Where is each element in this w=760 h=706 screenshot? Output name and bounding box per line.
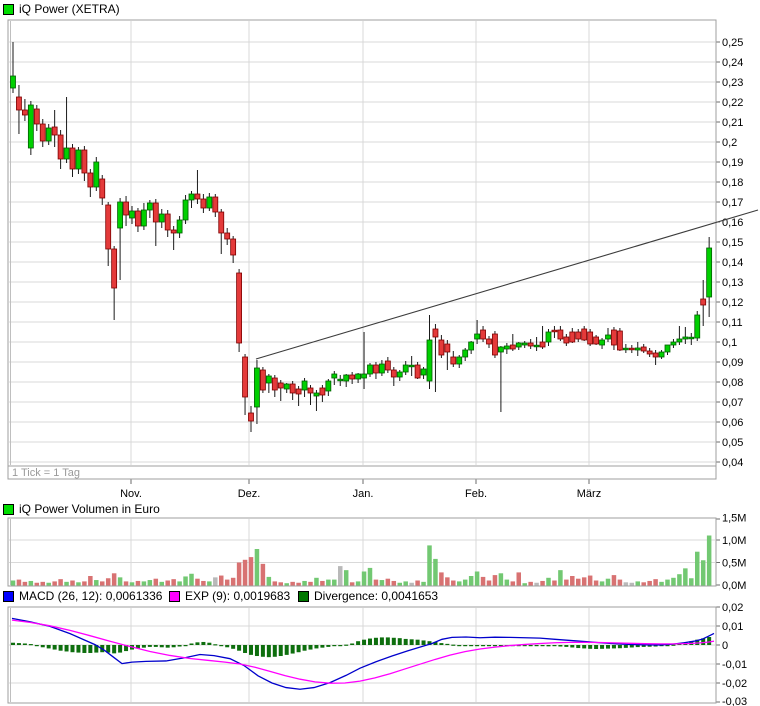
macd-axis-label: -0,02 bbox=[722, 678, 747, 690]
price-axis-label: 0,16 bbox=[722, 217, 743, 229]
chart-widget: iQ Power (XETRA) iQ Power Volumen in Eur… bbox=[0, 0, 760, 706]
price-axis-label: 0,05 bbox=[722, 437, 743, 449]
month-label: Feb. bbox=[465, 488, 487, 500]
month-label: Nov. bbox=[120, 488, 142, 500]
price-axis-label: 0,06 bbox=[722, 417, 743, 429]
price-axis-label: 0,21 bbox=[722, 117, 743, 129]
price-axis-label: 0,23 bbox=[722, 77, 743, 89]
price-axis-label: 0,18 bbox=[722, 177, 743, 189]
month-label: Jan. bbox=[353, 488, 374, 500]
volume-axis-label: 0,0M bbox=[722, 580, 746, 592]
volume-plot-area[interactable] bbox=[8, 518, 716, 586]
price-axis-label: 0,1 bbox=[722, 337, 737, 349]
macd-axis-label: -0,03 bbox=[722, 696, 747, 706]
tick-note-strip bbox=[8, 466, 716, 479]
price-axis-label: 0,04 bbox=[722, 457, 743, 469]
price-axis-label: 0,2 bbox=[722, 137, 737, 149]
price-axis-label: 0,22 bbox=[722, 97, 743, 109]
price-axis-label: 0,11 bbox=[722, 317, 743, 329]
macd-axis-label: -0,01 bbox=[722, 659, 747, 671]
macd-axis-label: 0,01 bbox=[722, 621, 743, 633]
volume-axis-label: 0,5M bbox=[722, 558, 746, 570]
macd-axis-label: 0,02 bbox=[722, 602, 743, 614]
volume-axis-label: 1,0M bbox=[722, 535, 746, 547]
chart-canvas: 0,25 0,24 0,23 0,22 0,21 0,2 0,19 0,18 0,17 0,16 0… bbox=[0, 0, 760, 706]
volume-axis-label: 1,5M bbox=[722, 513, 746, 525]
price-axis-label: 0,12 bbox=[722, 297, 743, 309]
price-axis-label: 0,24 bbox=[722, 57, 743, 69]
price-axis-label: 0,07 bbox=[722, 397, 743, 409]
price-axis-label: 0,14 bbox=[722, 257, 743, 269]
price-axis-label: 0,19 bbox=[722, 157, 743, 169]
month-label: März bbox=[577, 488, 601, 500]
macd-plot-area[interactable] bbox=[8, 607, 716, 703]
price-axis-label: 0,08 bbox=[722, 377, 743, 389]
price-axis-label: 0,15 bbox=[722, 237, 743, 249]
price-plot-area[interactable] bbox=[8, 20, 716, 466]
price-axis-label: 0,17 bbox=[722, 197, 743, 209]
price-axis-label: 0,25 bbox=[722, 37, 743, 49]
price-axis-label: 0,13 bbox=[722, 277, 743, 289]
price-axis-label: 0,09 bbox=[722, 357, 743, 369]
macd-axis-label: 0 bbox=[722, 640, 728, 652]
month-label: Dez. bbox=[238, 488, 261, 500]
